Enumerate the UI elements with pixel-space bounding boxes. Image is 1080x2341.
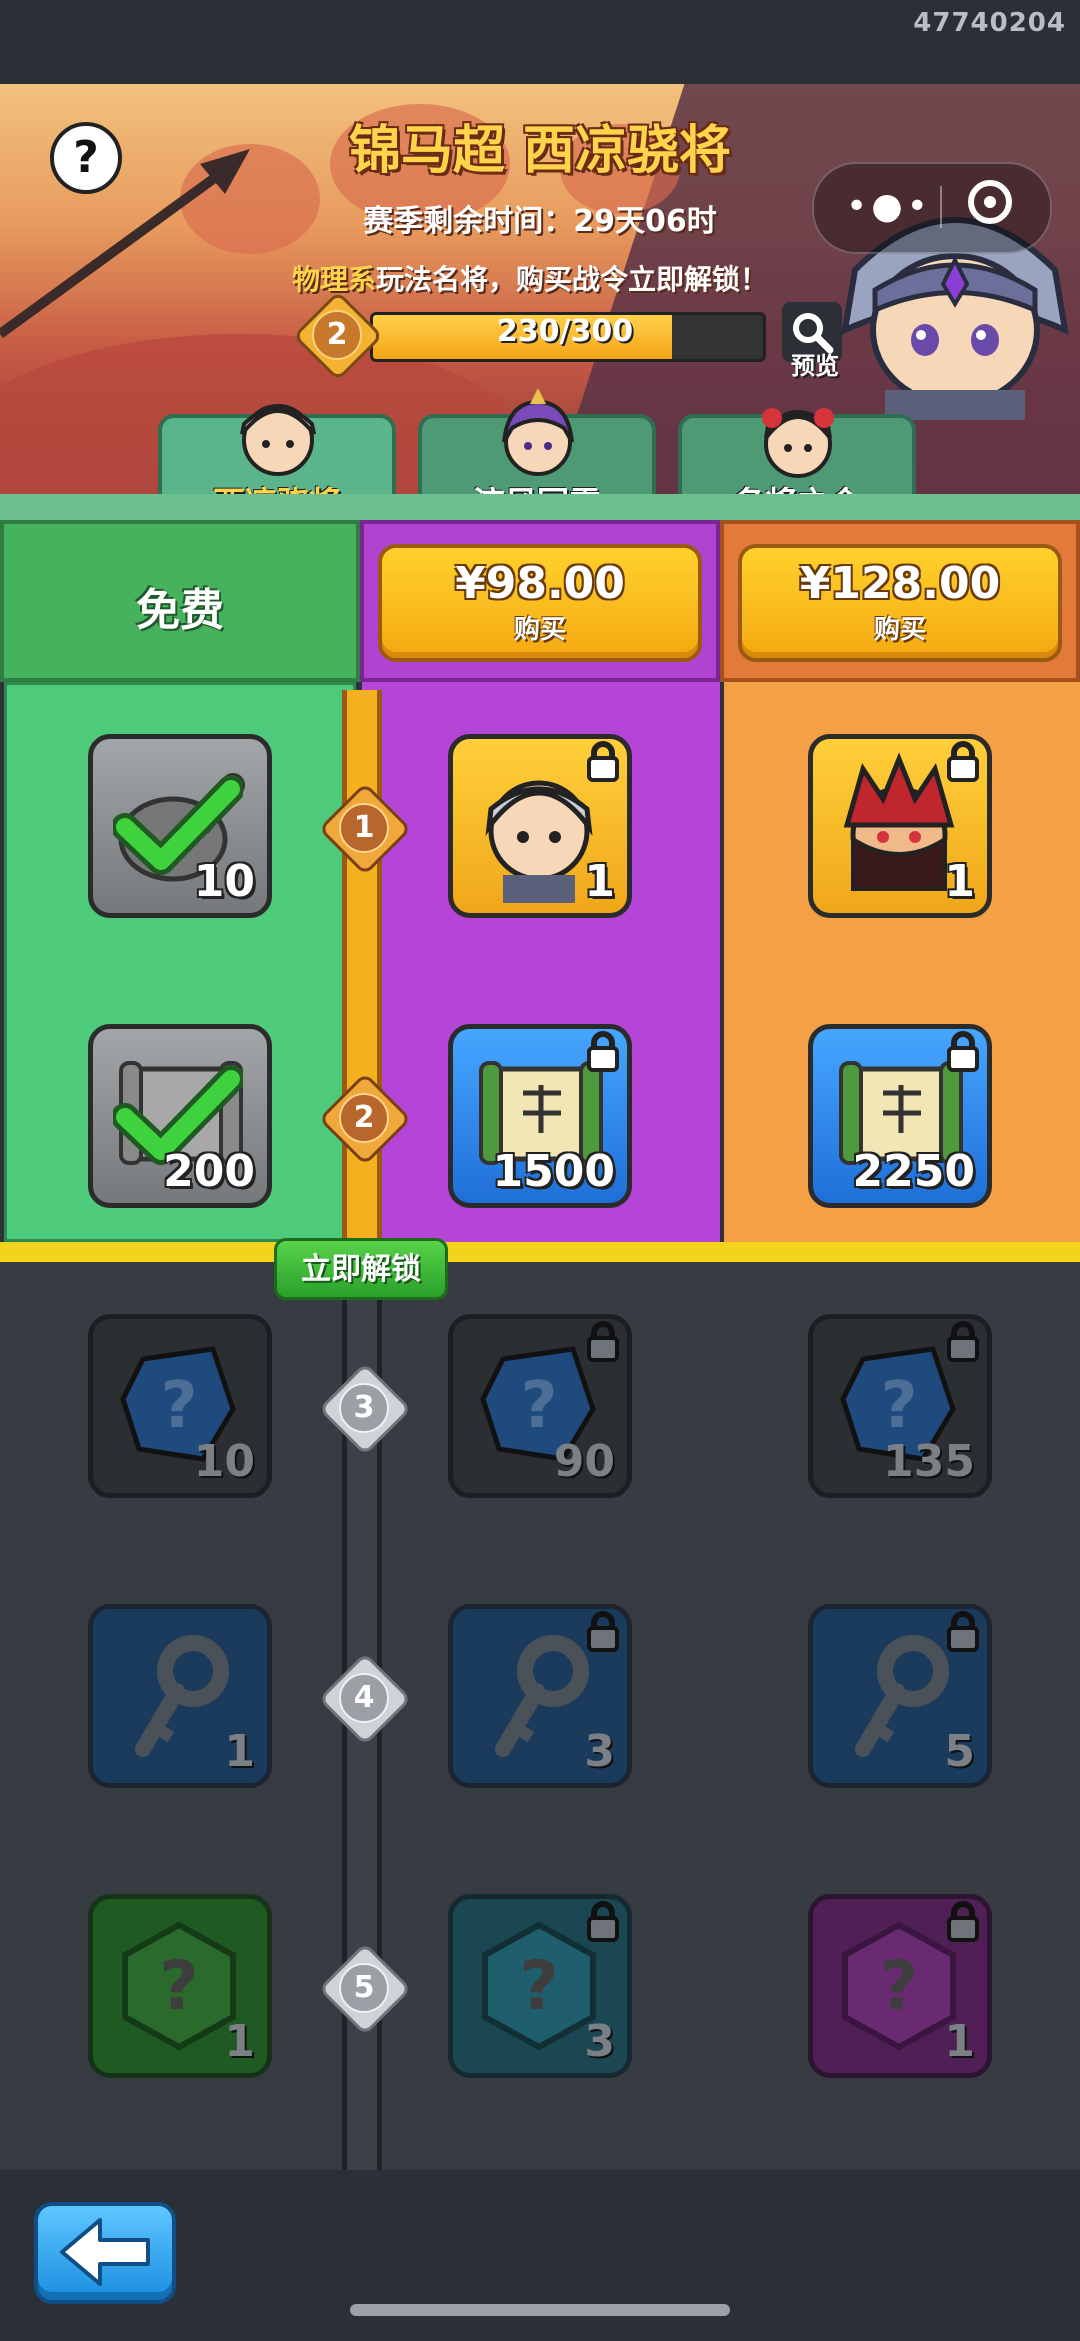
reward-tile[interactable]: 1500 bbox=[448, 1024, 632, 1208]
promo-text: 物理系玩法名将，购买战令立即解锁！ bbox=[250, 258, 810, 298]
tier2-buy-label: 购买 bbox=[513, 615, 566, 645]
tier2-price: ¥98.00 bbox=[455, 558, 625, 609]
reward-qty: 3 bbox=[584, 2016, 615, 2067]
more-menu-button[interactable]: •●• bbox=[846, 186, 932, 227]
level-node: 5 bbox=[318, 1942, 412, 2036]
unlock-now-button[interactable]: 立即解锁 bbox=[274, 1238, 448, 1300]
level-number: 2 bbox=[312, 310, 362, 360]
tier3-buy-label: 购买 bbox=[873, 615, 926, 645]
reward-qty: 1500 bbox=[492, 1146, 615, 1197]
svg-text:?: ? bbox=[520, 1369, 557, 1443]
reward-qty: 135 bbox=[883, 1436, 975, 1487]
season-remaining: 赛季剩余时间：29天06时 bbox=[363, 204, 717, 239]
reward-qty: 1 bbox=[224, 1726, 255, 1777]
level-node-number: 2 bbox=[339, 1093, 389, 1143]
level-node-number: 5 bbox=[339, 1963, 389, 2013]
reward-qty: 3 bbox=[584, 1726, 615, 1777]
level-node: 1 bbox=[318, 782, 412, 876]
reward-tile[interactable]: ? 90 bbox=[448, 1314, 632, 1498]
level-node: 4 bbox=[318, 1652, 412, 1746]
reward-tile[interactable]: 1 bbox=[448, 734, 632, 918]
reward-tile[interactable]: 5 bbox=[808, 1604, 992, 1788]
reward-tile[interactable]: 2250 bbox=[808, 1024, 992, 1208]
unlock-line bbox=[0, 1242, 1080, 1262]
svg-text:?: ? bbox=[519, 1947, 558, 2026]
capsule-divider bbox=[940, 186, 942, 228]
reward-qty: 2250 bbox=[852, 1146, 975, 1197]
reward-tile[interactable]: ? 10 bbox=[88, 1314, 272, 1498]
buy-tier3-button[interactable]: ¥128.00 购买 bbox=[738, 544, 1062, 662]
tab-strip bbox=[0, 494, 1080, 520]
reward-tile[interactable]: ? 3 bbox=[448, 1894, 632, 2078]
level-node-number: 3 bbox=[339, 1383, 389, 1433]
reward-qty: 1 bbox=[224, 2016, 255, 2067]
tab-hero-icon bbox=[240, 404, 316, 476]
svg-text:?: ? bbox=[159, 1947, 198, 2026]
free-label: 免费 bbox=[136, 585, 224, 636]
level-node: 3 bbox=[318, 1362, 412, 1456]
lock-icon bbox=[587, 1031, 619, 1072]
lock-icon bbox=[947, 1901, 979, 1942]
reward-tile[interactable]: 200 bbox=[88, 1024, 272, 1208]
lock-icon bbox=[587, 1901, 619, 1942]
reward-qty: 1 bbox=[944, 856, 975, 907]
reward-qty: 1 bbox=[944, 2016, 975, 2067]
lock-icon bbox=[587, 1611, 619, 1652]
user-id: 47740204 bbox=[913, 8, 1066, 38]
reward-tile[interactable]: 1 bbox=[88, 1604, 272, 1788]
level-badge: 2 bbox=[292, 290, 384, 382]
tab-general-icon bbox=[762, 408, 834, 478]
lock-icon bbox=[587, 741, 619, 782]
close-miniprogram-button[interactable] bbox=[968, 180, 1012, 224]
reward-tile[interactable]: ? 1 bbox=[808, 1894, 992, 2078]
reward-qty: 1 bbox=[584, 856, 615, 907]
reward-tile[interactable]: ? 135 bbox=[808, 1314, 992, 1498]
promo-rest: 玩法名将，购买战令立即解锁！ bbox=[376, 263, 769, 296]
help-button[interactable]: ? bbox=[50, 122, 122, 194]
progress-text: 230/300 bbox=[496, 314, 634, 349]
reward-tile[interactable]: 1 bbox=[808, 734, 992, 918]
buy-tier2-button[interactable]: ¥98.00 购买 bbox=[378, 544, 702, 662]
home-indicator bbox=[350, 2304, 730, 2316]
lock-icon bbox=[947, 1321, 979, 1362]
level-node-number: 4 bbox=[339, 1673, 389, 1723]
reward-tile[interactable]: ? 1 bbox=[88, 1894, 272, 2078]
lock-icon bbox=[947, 1031, 979, 1072]
svg-text:?: ? bbox=[879, 1947, 918, 2026]
tier3-price: ¥128.00 bbox=[799, 558, 1001, 609]
level-node: 2 bbox=[318, 1072, 412, 1166]
arrow-left-icon bbox=[60, 2218, 150, 2286]
tab-heroine-icon bbox=[502, 388, 574, 476]
page-title: 锦马超 西凉骁将 bbox=[348, 121, 732, 181]
svg-text:?: ? bbox=[160, 1369, 197, 1443]
reward-qty: 200 bbox=[163, 1146, 255, 1197]
lock-icon bbox=[947, 1611, 979, 1652]
reward-qty: 10 bbox=[193, 1436, 255, 1487]
level-node-number: 1 bbox=[339, 803, 389, 853]
back-button[interactable] bbox=[34, 2202, 176, 2304]
reward-qty: 90 bbox=[553, 1436, 615, 1487]
lock-icon bbox=[587, 1321, 619, 1362]
reward-qty: 5 bbox=[944, 1726, 975, 1777]
reward-tile[interactable]: 3 bbox=[448, 1604, 632, 1788]
svg-text:?: ? bbox=[880, 1369, 917, 1443]
reward-tile[interactable]: 10 bbox=[88, 734, 272, 918]
lock-icon bbox=[947, 741, 979, 782]
promo-highlight: 物理系 bbox=[291, 263, 376, 296]
reward-qty: 10 bbox=[193, 856, 255, 907]
spear-decoration bbox=[0, 149, 250, 339]
